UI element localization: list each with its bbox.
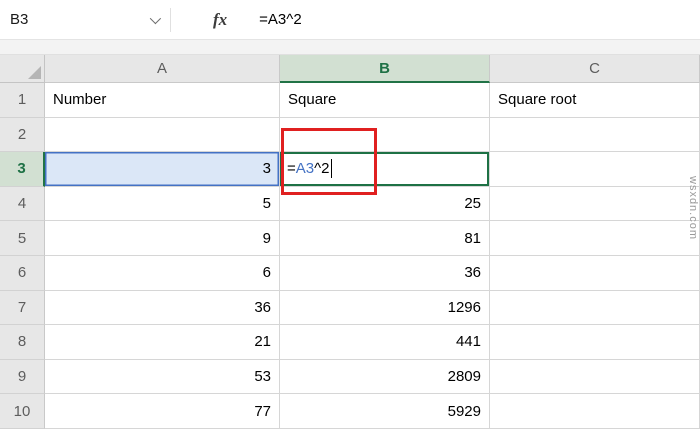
- sheet-row-2: 2: [0, 118, 700, 153]
- cell-A1[interactable]: Number: [45, 83, 280, 118]
- cell-C2[interactable]: [490, 118, 700, 153]
- column-header-B[interactable]: B: [280, 55, 490, 83]
- sheet-row-10: 10775929: [0, 394, 700, 429]
- cell-B8[interactable]: 441: [280, 325, 490, 360]
- cell-B1[interactable]: Square: [280, 83, 490, 118]
- text-cursor: [331, 159, 332, 178]
- row-header-7[interactable]: 7: [0, 291, 45, 326]
- cell-A10[interactable]: 77: [45, 394, 280, 429]
- cell-C6[interactable]: [490, 256, 700, 291]
- row-header-3[interactable]: 3: [0, 152, 45, 187]
- spreadsheet: ABC 1NumberSquareSquare root233=A3^24525…: [0, 55, 700, 429]
- insert-function-icon[interactable]: fx: [213, 10, 227, 30]
- cell-B3[interactable]: =A3^2: [280, 152, 490, 187]
- formula-bar: B3 fx =A3^2: [0, 0, 700, 40]
- cell-C7[interactable]: [490, 291, 700, 326]
- cell-A4[interactable]: 5: [45, 187, 280, 222]
- column-header-C[interactable]: C: [490, 55, 700, 83]
- cell-A7[interactable]: 36: [45, 291, 280, 326]
- column-header-row: ABC: [0, 55, 700, 83]
- sheet-row-1: 1NumberSquareSquare root: [0, 83, 700, 118]
- cell-A9[interactable]: 53: [45, 360, 280, 395]
- sheet-row-5: 5981: [0, 221, 700, 256]
- cell-B5[interactable]: 81: [280, 221, 490, 256]
- column-header-A[interactable]: A: [45, 55, 280, 83]
- formula-part: ^2: [314, 160, 329, 177]
- cell-C4[interactable]: [490, 187, 700, 222]
- row-header-6[interactable]: 6: [0, 256, 45, 291]
- row-header-1[interactable]: 1: [0, 83, 45, 118]
- cell-C1[interactable]: Square root: [490, 83, 700, 118]
- formula-input[interactable]: =A3^2: [259, 11, 302, 28]
- cell-B10[interactable]: 5929: [280, 394, 490, 429]
- cell-C3[interactable]: [490, 152, 700, 187]
- sheet-row-4: 4525: [0, 187, 700, 222]
- row-header-8[interactable]: 8: [0, 325, 45, 360]
- select-all-corner[interactable]: [0, 55, 45, 83]
- cell-A5[interactable]: 9: [45, 221, 280, 256]
- cell-B9[interactable]: 2809: [280, 360, 490, 395]
- cell-B2[interactable]: [280, 118, 490, 153]
- cell-A3[interactable]: 3: [45, 152, 280, 187]
- cell-A2[interactable]: [45, 118, 280, 153]
- formula-part: A3: [296, 160, 314, 177]
- formula-part: =: [287, 160, 296, 177]
- cell-B6[interactable]: 36: [280, 256, 490, 291]
- sheet-row-7: 7361296: [0, 291, 700, 326]
- cell-C9[interactable]: [490, 360, 700, 395]
- grid-rows: 1NumberSquareSquare root233=A3^245255981…: [0, 83, 700, 429]
- name-box[interactable]: B3: [0, 0, 170, 39]
- sheet-row-3: 33=A3^2: [0, 152, 700, 187]
- name-box-dropdown-icon[interactable]: [150, 12, 161, 23]
- watermark: wsxdn.com: [687, 176, 699, 240]
- formula-bar-divider: [170, 8, 171, 32]
- row-header-10[interactable]: 10: [0, 394, 45, 429]
- sheet-row-9: 9532809: [0, 360, 700, 395]
- cell-A8[interactable]: 21: [45, 325, 280, 360]
- toolbar-gap: [0, 40, 700, 55]
- sheet-row-6: 6636: [0, 256, 700, 291]
- cell-B7[interactable]: 1296: [280, 291, 490, 326]
- cell-C5[interactable]: [490, 221, 700, 256]
- cell-C8[interactable]: [490, 325, 700, 360]
- row-header-4[interactable]: 4: [0, 187, 45, 222]
- row-header-9[interactable]: 9: [0, 360, 45, 395]
- sheet-row-8: 821441: [0, 325, 700, 360]
- row-header-2[interactable]: 2: [0, 118, 45, 153]
- cell-B4[interactable]: 25: [280, 187, 490, 222]
- select-all-triangle-icon: [28, 66, 41, 79]
- cell-C10[interactable]: [490, 394, 700, 429]
- name-box-value: B3: [10, 11, 28, 28]
- cell-A6[interactable]: 6: [45, 256, 280, 291]
- row-header-5[interactable]: 5: [0, 221, 45, 256]
